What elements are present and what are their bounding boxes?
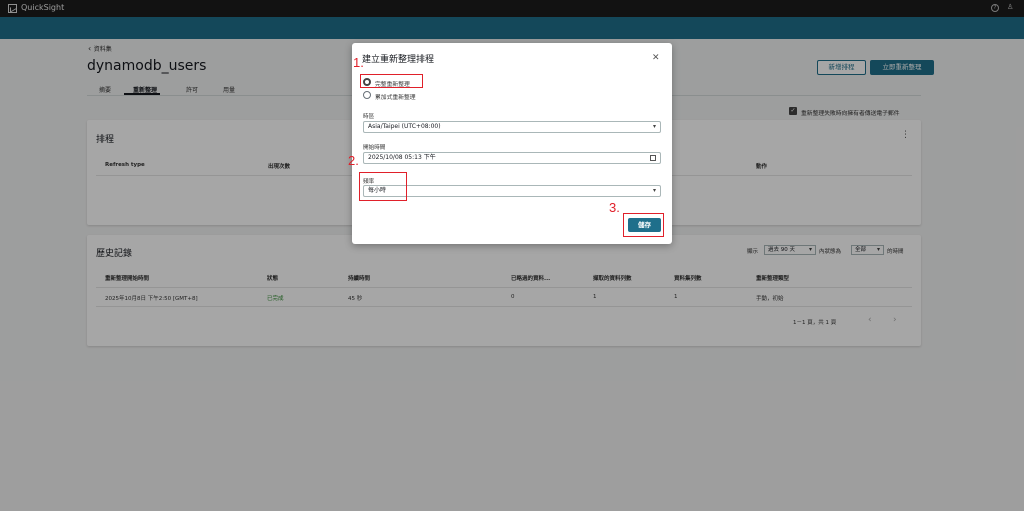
start-time-value: 2025/10/08 05:13 下午 (368, 154, 436, 161)
annotation-number-3: 3. (609, 200, 620, 215)
timezone-value: Asia/Taipei (UTC+08:00) (368, 123, 441, 130)
incremental-refresh-radio[interactable] (363, 91, 371, 99)
annotation-number-2: 2. (348, 153, 359, 168)
frequency-select[interactable]: 每小時 ▾ (363, 185, 661, 197)
start-time-label: 開始時間 (363, 145, 386, 151)
chevron-down-icon: ▾ (652, 123, 656, 130)
timezone-label: 時區 (363, 114, 375, 120)
start-time-input[interactable]: 2025/10/08 05:13 下午 (363, 152, 661, 164)
calendar-icon[interactable] (650, 155, 656, 161)
close-icon[interactable]: ✕ (652, 53, 660, 63)
timezone-select[interactable]: Asia/Taipei (UTC+08:00) ▾ (363, 121, 661, 133)
annotation-box-1 (360, 74, 423, 88)
annotation-number-1: 1. (353, 55, 364, 70)
modal-title: 建立重新整理排程 (362, 55, 435, 65)
annotation-box-3 (623, 213, 664, 237)
annotation-box-2 (359, 172, 407, 201)
chevron-down-icon: ▾ (652, 187, 656, 194)
incremental-refresh-label: 累加式重新整理 (375, 95, 416, 101)
